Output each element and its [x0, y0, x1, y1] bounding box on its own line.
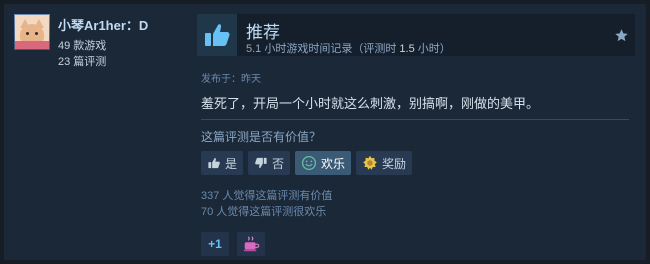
games-owned[interactable]: 49 款游戏 [58, 37, 106, 53]
review-count-suffix: 篇评测 [70, 56, 107, 68]
games-owned-count: 49 [58, 40, 71, 52]
funny-count: 70 人觉得这篇评测很欢乐 [201, 206, 327, 218]
plus-one-icon: +1 [208, 237, 222, 251]
review-count-number: 23 [58, 56, 71, 68]
award-badge-coffee[interactable] [237, 232, 265, 256]
vote-no-button[interactable]: 否 [248, 151, 291, 175]
vote-funny-button[interactable]: 欢乐 [295, 151, 352, 175]
review-count[interactable]: 23 篇评测 [58, 53, 106, 69]
post-date: 发布于：昨天 [201, 74, 261, 85]
helpful-count: 337 人觉得这篇评测有价值 [201, 190, 333, 202]
award-badge-plus-one[interactable]: +1 [201, 232, 229, 256]
playtime-text-1: 小时游戏时间记录（评测时 [261, 43, 400, 55]
award-button[interactable]: 奖励 [356, 151, 413, 175]
playtime-text-2: 小时） [414, 43, 451, 55]
coffee-cup-icon [243, 236, 260, 252]
divider [201, 119, 629, 120]
thumbs-down-icon [255, 157, 267, 168]
games-owned-suffix: 款游戏 [70, 40, 107, 52]
star-icon[interactable] [613, 27, 629, 43]
playtime-total: 5.1 [246, 43, 262, 55]
vote-funny-label: 欢乐 [321, 156, 346, 171]
avatar[interactable] [14, 14, 50, 50]
smiley-icon [301, 155, 317, 171]
playtime-at-review: 1.5 [399, 43, 415, 55]
award-medal-icon [363, 155, 377, 170]
avatar-image [15, 15, 49, 49]
thumbs-up-icon [208, 158, 220, 169]
award-label: 奖励 [382, 156, 407, 171]
vote-yes-button[interactable]: 是 [201, 151, 244, 175]
helpful-question: 这篇评测是否有价值？ [201, 130, 322, 144]
playtime: 5.1 小时游戏时间记录（评测时 1.5 小时） [246, 40, 451, 56]
award-list: +1 [201, 232, 265, 256]
review-text: 羞死了，开局一个小时就这么刺激，别搞啊，刚做的美甲。 [201, 96, 540, 111]
author-name[interactable]: 小琴Ar1her：D [58, 15, 148, 34]
vote-buttons: 是 否 欢乐 奖励 [201, 151, 413, 175]
vote-yes-label: 是 [225, 156, 238, 171]
thumbs-up-icon [197, 14, 237, 56]
vote-no-label: 否 [272, 156, 285, 171]
review-card: 小琴Ar1her：D 49 款游戏 23 篇评测 推荐 5.1 小时游戏时间记录… [4, 4, 646, 260]
recommendation-header[interactable]: 推荐 5.1 小时游戏时间记录（评测时 1.5 小时） [197, 14, 635, 56]
